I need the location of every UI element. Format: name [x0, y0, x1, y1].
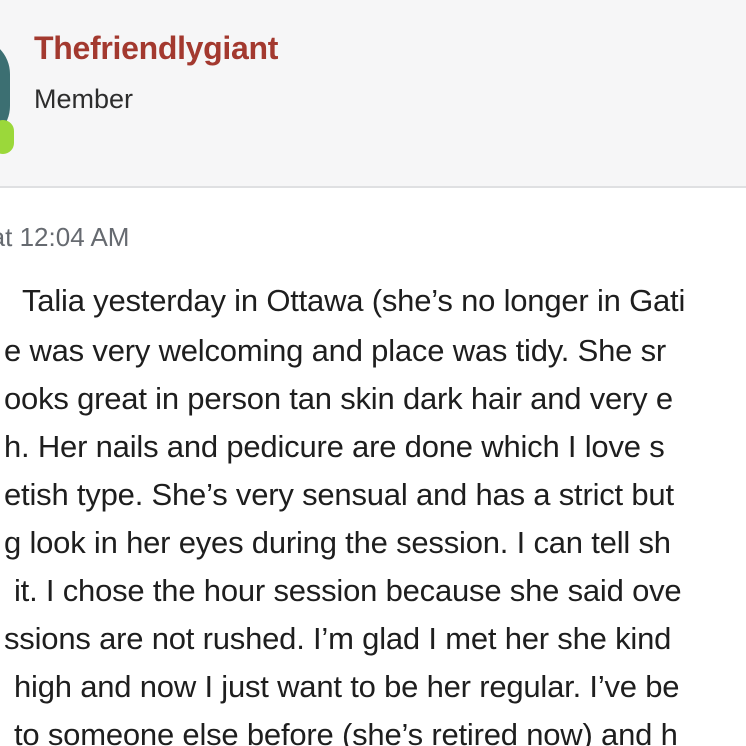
- post-line: ssions are not rushed. I’m glad I met he…: [4, 621, 672, 656]
- forum-post: Thefriendlygiant Member ay at 12:04 AM T…: [0, 0, 746, 746]
- post-line: ooks great in person tan skin dark hair …: [4, 381, 673, 416]
- post-line: h. Her nails and pedicure are done which…: [4, 429, 665, 464]
- author-header: Thefriendlygiant Member: [0, 0, 746, 188]
- user-role: Member: [34, 84, 134, 114]
- online-status-icon: [0, 120, 14, 154]
- post-line: g look in her eyes during the session. I…: [4, 525, 671, 560]
- post-line: it. I chose the hour session because she…: [14, 573, 682, 608]
- post-line: high and now I just want to be her regul…: [14, 669, 680, 704]
- post-line: etish type. She’s very sensual and has a…: [4, 477, 674, 512]
- post-line: e was very welcoming and place was tidy.…: [4, 333, 666, 368]
- post-timestamp[interactable]: ay at 12:04 AM: [0, 222, 129, 253]
- post-line: to someone else before (she’s retired no…: [14, 717, 678, 746]
- username-link[interactable]: Thefriendlygiant: [34, 30, 278, 67]
- post-line: Talia yesterday in Ottawa (she’s no long…: [22, 283, 686, 318]
